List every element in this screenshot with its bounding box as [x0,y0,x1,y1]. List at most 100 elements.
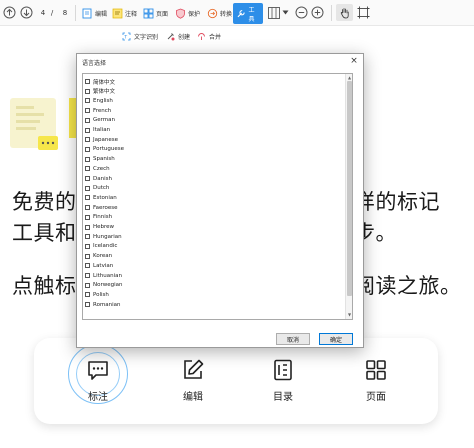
language-checkbox[interactable] [85,282,90,288]
language-list-item[interactable]: Polish [85,290,109,299]
chevron-down-icon[interactable] [282,8,289,17]
language-checkbox[interactable] [85,224,90,230]
zoom-out-icon[interactable] [295,6,308,19]
subtool-merge[interactable]: 合并 [197,29,221,43]
language-list-item[interactable]: Korean [85,252,112,261]
language-checkbox[interactable] [85,137,90,143]
select-area-icon[interactable] [357,6,370,19]
language-select-dialog: 语言选择 × 简体中文 繁体中文 English French German Italia… [76,53,364,348]
tool-protect-label: 保护 [188,11,201,18]
language-list-item[interactable]: Lithuanian [85,271,122,280]
language-list-item[interactable]: Hebrew [85,223,114,232]
language-list-item[interactable]: Czech [85,164,110,173]
cancel-button[interactable]: 取消 [276,333,310,345]
next-page-icon[interactable] [20,6,33,19]
language-list-item[interactable]: Japanese [85,135,118,144]
language-checkbox[interactable] [85,156,90,162]
language-checkbox[interactable] [85,302,90,308]
language-list[interactable]: 简体中文 繁体中文 English French German Italian Japane… [82,73,353,320]
language-label: Lithuanian [93,272,122,279]
language-list-item[interactable]: Spanish [85,155,115,164]
tool-protect[interactable]: 保护 [172,3,203,24]
language-checkbox[interactable] [85,98,90,104]
language-label: Latvian [93,262,114,269]
language-label: Romanian [93,301,121,308]
tool-convert[interactable]: 转换 [204,3,235,24]
language-checkbox[interactable] [85,263,90,269]
bottom-item-annotate[interactable]: 标注 [73,358,123,403]
language-checkbox[interactable] [85,253,90,259]
bottom-item-edit[interactable]: 编辑 [168,358,218,403]
language-checkbox[interactable] [85,146,90,152]
language-list-item[interactable]: 简体中文 [85,77,115,86]
page-view-icon[interactable] [268,7,280,19]
language-list-item[interactable]: Estonian [85,193,117,202]
language-list-item[interactable]: Portuguese [85,145,124,154]
language-checkbox[interactable] [85,88,90,94]
tool-convert-label: 转换 [220,11,233,18]
toc-icon [274,359,292,381]
prev-page-icon[interactable] [3,6,16,19]
language-list-item[interactable]: Finnish [85,213,112,222]
language-label: Czech [93,165,110,172]
language-checkbox[interactable] [85,205,90,211]
scroll-up-icon[interactable]: ▲ [347,75,352,80]
language-list-item[interactable]: English [85,96,113,105]
language-checkbox[interactable] [85,108,90,114]
language-checkbox[interactable] [85,185,90,191]
language-checkbox[interactable] [85,79,90,84]
language-checkbox[interactable] [85,273,90,278]
scroll-thumb[interactable] [347,81,352,296]
page-total: 8 [62,9,68,17]
zoom-in-icon[interactable] [311,6,324,19]
language-checkbox[interactable] [85,127,90,133]
bg-text-line1-right: 样的标记 [354,190,440,214]
language-list-item[interactable]: Icelandic [85,242,117,251]
subtool-create[interactable]: 创建 [166,29,190,43]
language-label: French [93,107,112,114]
bg-text-line1-left: 免费的 [12,190,77,214]
tool-annotate[interactable]: 注释 [109,3,140,24]
language-list-item[interactable]: Romanian [85,300,121,309]
tool-tools[interactable]: 工具 [233,3,263,24]
language-checkbox[interactable] [85,243,90,249]
language-list-item[interactable]: Latvian [85,261,113,270]
tool-edit[interactable]: 编辑 [79,3,110,24]
close-icon[interactable]: × [349,56,359,66]
subtool-ocr[interactable]: T 文字识别 [122,29,158,43]
language-checkbox[interactable] [85,117,90,123]
language-list-item[interactable]: German [85,116,115,125]
language-label: Korean [93,253,113,260]
language-checkbox[interactable] [85,195,90,201]
language-label: Hebrew [93,224,115,230]
language-list-item[interactable]: Norwegian [85,281,123,290]
language-list-item[interactable]: Hungarian [85,232,122,241]
tool-page-label: 页面 [156,11,169,18]
bottom-item-toc-label: 目录 [273,392,293,403]
language-list-item[interactable]: Italian [85,126,110,135]
subtool-merge-label: 合并 [209,33,222,41]
language-list-item[interactable]: Faeroese [85,203,118,212]
language-list-item[interactable]: 繁体中文 [85,87,115,96]
comment-icon [88,361,108,380]
bottom-item-edit-label: 编辑 [183,392,203,403]
ocr-icon: T [122,32,131,40]
language-label: Dutch [93,185,110,192]
language-list-item[interactable]: Danish [85,174,112,183]
bottom-item-pages[interactable]: 页面 [351,358,401,403]
scroll-down-icon[interactable]: ▼ [347,312,352,317]
language-label: Norwegian [93,282,123,289]
language-label: Polish [93,291,109,298]
ok-button[interactable]: 确定 [319,333,353,345]
language-list-item[interactable]: Dutch [85,184,109,193]
list-scrollbar[interactable]: ▲ ▼ [345,74,352,319]
tool-page[interactable]: 页面 [140,3,171,24]
bottom-item-toc[interactable]: 目录 [258,358,308,403]
language-checkbox[interactable] [85,292,90,298]
language-checkbox[interactable] [85,214,90,220]
language-checkbox[interactable] [85,234,90,240]
hand-tool-icon[interactable] [336,4,353,21]
language-checkbox[interactable] [85,176,90,181]
language-list-item[interactable]: French [85,106,111,115]
language-checkbox[interactable] [85,166,90,172]
